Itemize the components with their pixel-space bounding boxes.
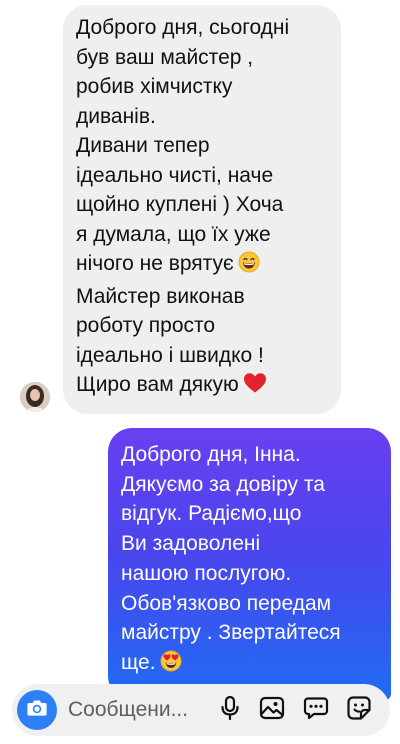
image-gallery-icon [259,696,285,725]
grinning-face-emoji [238,251,260,282]
message-line: Ви задоволені [121,532,261,556]
sticker-icon [346,695,372,726]
chat-screen: Доброго дня, сьогодні був ваш майстер , … [0,0,400,744]
heart-eyes-emoji [160,650,182,681]
message-line-with-emoji: Щиро вам дякую [76,370,331,403]
message-line-with-emoji: нічого не врятує [76,249,331,282]
message-line: Дивани тепер [76,134,210,157]
message-line: майстру . Звертайтеся [121,621,341,645]
message-line: нашою послугою. [121,561,292,585]
camera-button[interactable] [17,690,57,730]
chat-bubble-icon [303,696,329,725]
incoming-message-bubble[interactable]: Доброго дня, сьогодні був ваш майстер , … [63,5,341,414]
message-line: нічого не врятує [76,252,234,275]
sender-avatar[interactable] [20,382,50,412]
outgoing-message-bubble[interactable]: Доброго дня, Інна. Дякуємо за довіру та … [108,428,391,700]
chat-button[interactable] [302,696,330,724]
message-line: ідеально і швидко ! [76,343,264,367]
message-line: був ваш майстер , [76,45,254,69]
message-line: робив хімчистку [76,75,233,98]
message-line: Обов'язково передам [121,591,332,615]
message-composer[interactable]: Сообщени... [12,684,390,736]
message-line-with-emoji: ще. [121,648,383,681]
message-line: ідеально чисті, наче [76,163,274,187]
message-line: диванів. [76,104,156,128]
gallery-button[interactable] [258,696,286,724]
message-input[interactable]: Сообщени... [68,698,188,722]
red-heart-emoji [243,372,267,403]
microphone-button[interactable] [216,695,244,726]
message-line: щойно куплені ) Хоча [76,193,284,216]
message-line: Майстер виконав [76,284,245,308]
message-line: Дякуємо за довіру та [121,472,325,496]
message-line: Доброго дня, Інна. [121,443,301,466]
message-line: Доброго дня, сьогодні [76,16,290,39]
microphone-icon [219,695,241,726]
message-line: Щиро вам дякую [76,373,239,396]
camera-icon [26,698,48,723]
message-line: відгук. Радіємо,що [121,502,302,526]
message-line: ще. [121,650,156,674]
message-line: роботу просто [76,314,216,337]
message-line: я думала, що їх уже [76,222,271,246]
sticker-button[interactable] [345,695,373,726]
